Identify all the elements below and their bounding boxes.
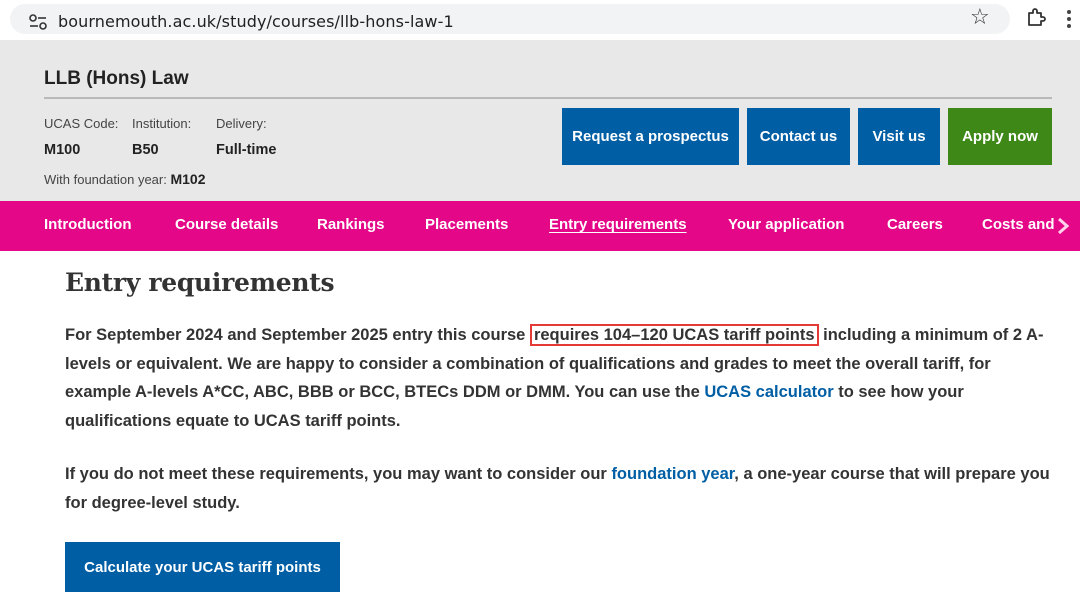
ucas-code-label: UCAS Code: <box>44 116 119 131</box>
delivery-value: Full-time <box>216 142 277 158</box>
foundation-value: M102 <box>170 171 206 187</box>
browser-toolbar: bournemouth.ac.uk/study/courses/llb-hons… <box>0 0 1080 40</box>
visit-us-button[interactable]: Visit us <box>858 108 940 165</box>
nav-entry-requirements[interactable]: Entry requirements <box>549 216 687 233</box>
title-divider <box>44 97 1052 99</box>
apply-now-button[interactable]: Apply now <box>948 108 1052 165</box>
contact-us-button[interactable]: Contact us <box>747 108 850 165</box>
more-vert-icon[interactable] <box>1066 8 1072 30</box>
tariff-highlight: requires 104–120 UCAS tariff points <box>529 324 819 346</box>
url-text[interactable]: bournemouth.ac.uk/study/courses/llb-hons… <box>58 12 454 31</box>
ucas-calculator-link[interactable]: UCAS calculator <box>704 383 833 401</box>
nav-your-application[interactable]: Your application <box>728 216 844 233</box>
star-icon[interactable]: ☆ <box>970 6 990 28</box>
p2-text-a: If you do not meet these requirements, y… <box>65 465 612 483</box>
course-header: LLB (Hons) Law UCAS Code: Institution: D… <box>0 40 1080 201</box>
nav-rankings[interactable]: Rankings <box>317 216 385 233</box>
nav-costs[interactable]: Costs and <box>982 216 1055 233</box>
foundation-year-link[interactable]: foundation year <box>611 465 734 483</box>
institution-value: B50 <box>132 142 159 158</box>
request-prospectus-button[interactable]: Request a prospectus <box>562 108 739 165</box>
foundation-label: With foundation year: <box>44 172 167 187</box>
foundation-paragraph: If you do not meet these requirements, y… <box>65 460 1055 517</box>
chevron-right-icon[interactable] <box>1056 216 1070 236</box>
nav-introduction[interactable]: Introduction <box>44 216 131 233</box>
nav-placements[interactable]: Placements <box>425 216 508 233</box>
p1-text-a: For September 2024 and September 2025 en… <box>65 326 530 344</box>
puzzle-icon[interactable] <box>1024 6 1048 30</box>
site-info-icon[interactable] <box>28 13 48 31</box>
institution-label: Institution: <box>132 116 192 131</box>
course-nav: Introduction Course details Rankings Pla… <box>0 201 1080 251</box>
entry-paragraph: For September 2024 and September 2025 en… <box>65 321 1055 435</box>
calculate-ucas-button[interactable]: Calculate your UCAS tariff points <box>65 542 340 592</box>
ucas-code-value: M100 <box>44 142 81 158</box>
section-title: Entry requirements <box>65 268 335 297</box>
nav-careers[interactable]: Careers <box>887 216 943 233</box>
nav-course-details[interactable]: Course details <box>175 216 278 233</box>
address-bar[interactable]: bournemouth.ac.uk/study/courses/llb-hons… <box>10 4 1010 34</box>
foundation-year-code: With foundation year: M102 <box>44 171 206 187</box>
course-title: LLB (Hons) Law <box>44 68 189 89</box>
delivery-label: Delivery: <box>216 116 267 131</box>
